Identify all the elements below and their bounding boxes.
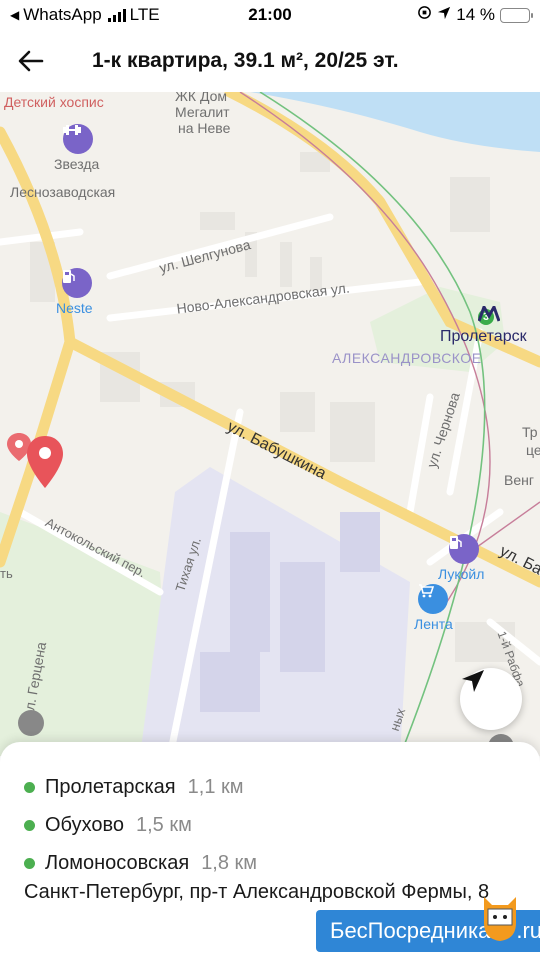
gym-icon[interactable] bbox=[63, 124, 93, 154]
map-label-right-ce: це bbox=[526, 442, 540, 458]
map-view[interactable]: Детский хоспис ЖК Дом Мегалит на Неве Зв… bbox=[0, 92, 540, 756]
metro-dot-icon bbox=[24, 819, 35, 831]
metro-dot-icon bbox=[24, 857, 35, 869]
landmark-icon bbox=[18, 710, 44, 736]
back-button[interactable] bbox=[0, 30, 62, 92]
map-label-na-neve: на Неве bbox=[178, 120, 231, 136]
battery-percent: 14 % bbox=[456, 5, 495, 24]
status-right: 14 % bbox=[417, 5, 533, 25]
metro-station-name: Обухово bbox=[45, 813, 124, 836]
metro-list-item: Пролетарская 1,1 км bbox=[24, 768, 257, 806]
map-label-lukoil: Лукойл bbox=[438, 566, 485, 582]
metro-station-name: Пролетарская bbox=[45, 775, 176, 798]
arrow-left-icon bbox=[18, 50, 44, 72]
map-label-right-tr: Тр bbox=[522, 424, 538, 440]
metro-list-item: Обухово 1,5 км bbox=[24, 806, 257, 844]
metro-dot-icon bbox=[24, 781, 35, 793]
metro-station-name: Ломоносовская bbox=[45, 851, 190, 874]
map-label-proletarskaya: Пролетарск bbox=[440, 328, 527, 345]
fuel-icon-lukoil[interactable] bbox=[449, 534, 479, 564]
map-label-lenta: Лента bbox=[414, 616, 453, 632]
battery-icon bbox=[500, 7, 533, 23]
map-label-hospice: Детский хоспис bbox=[4, 94, 104, 110]
map-label-alexandrovskoe: АЛЕКСАНДРОВСКОЕ bbox=[332, 350, 482, 366]
status-bar: ◀ WhatsApp LTE 21:00 14 % bbox=[0, 0, 540, 30]
my-location-button[interactable] bbox=[460, 668, 522, 730]
metro-distance: 1,5 км bbox=[136, 813, 192, 836]
metro-icon[interactable]: 3 bbox=[478, 306, 528, 328]
navigation-arrow-icon bbox=[462, 670, 484, 692]
header: 1-к квартира, 39.1 м², 20/25 эт. bbox=[0, 30, 540, 92]
map-label-lesnozavodskaya: Леснозаводская bbox=[10, 184, 116, 200]
map-label-right-veng: Венг bbox=[504, 472, 534, 488]
location-pin-shadow bbox=[6, 432, 32, 462]
map-label-zhk-dom: ЖК Дом bbox=[175, 92, 228, 104]
fuel-icon[interactable] bbox=[62, 268, 92, 298]
orientation-lock-icon bbox=[417, 5, 432, 25]
map-label-neste: Neste bbox=[56, 300, 93, 316]
brand-mascot-icon bbox=[478, 893, 522, 945]
map-label-megalit: Мегалит bbox=[175, 104, 230, 120]
shopping-cart-icon[interactable] bbox=[418, 584, 448, 614]
metro-distance: 1,1 км bbox=[187, 775, 244, 798]
map-label-zvezda: Звезда bbox=[54, 156, 100, 172]
location-arrow-icon bbox=[437, 5, 451, 25]
brand-name: БесПосредника bbox=[330, 918, 491, 943]
map-label-left-edge: ть bbox=[0, 566, 13, 581]
metro-list: Пролетарская 1,1 км Обухово 1,5 км Ломон… bbox=[24, 768, 257, 882]
page-title: 1-к квартира, 39.1 м², 20/25 эт. bbox=[92, 49, 399, 72]
address-text: Санкт-Петербург, пр-т Александровской Фе… bbox=[24, 881, 490, 903]
metro-distance: 1,8 км bbox=[201, 851, 258, 874]
